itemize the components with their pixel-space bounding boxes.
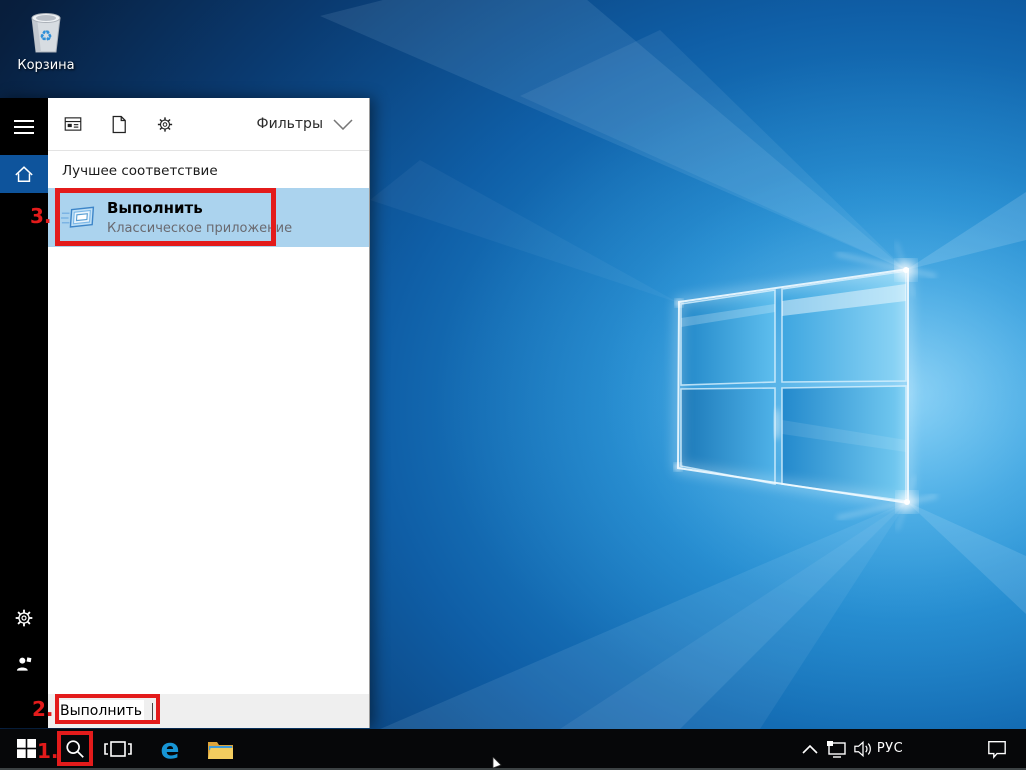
text-cursor	[152, 703, 153, 720]
tray-overflow-button[interactable]	[798, 729, 822, 768]
svg-text:e: e	[161, 735, 180, 763]
run-app-icon	[60, 199, 98, 237]
network-tray-button[interactable]	[824, 729, 850, 768]
recycle-bin-icon: ♻	[8, 8, 84, 56]
apps-filter-button[interactable]	[64, 115, 82, 133]
home-icon	[13, 164, 35, 184]
start-button[interactable]	[10, 729, 42, 768]
search-query-text: Выполнить	[60, 700, 144, 722]
feedback-button[interactable]	[0, 644, 48, 684]
results-empty-area	[48, 247, 369, 694]
windows-start-icon	[17, 739, 36, 758]
result-text: Выполнить Классическое приложение	[107, 199, 292, 236]
search-result-run[interactable]: Выполнить Классическое приложение	[48, 188, 369, 247]
search-icon	[64, 738, 86, 760]
search-settings-button[interactable]	[0, 598, 48, 638]
recycle-bin[interactable]: ♻ Корзина	[8, 8, 84, 73]
search-results-pane: Фильтры Лучшее соответствие	[48, 98, 370, 728]
result-subtitle: Классическое приложение	[107, 221, 292, 236]
home-tab[interactable]	[0, 155, 48, 193]
mouse-cursor	[492, 757, 504, 769]
svg-text:♻: ♻	[39, 27, 52, 45]
action-center-icon	[986, 739, 1008, 759]
documents-icon	[111, 115, 127, 134]
apps-icon	[64, 115, 82, 133]
edge-icon: e	[156, 735, 184, 763]
search-input[interactable]: Выполнить	[48, 694, 369, 728]
chevron-up-icon	[802, 744, 818, 754]
hamburger-menu-button[interactable]	[0, 107, 48, 147]
chevron-down-icon	[333, 119, 353, 130]
result-title: Выполнить	[107, 199, 292, 218]
best-match-header: Лучшее соответствие	[48, 151, 369, 188]
edge-browser-button[interactable]: e	[152, 729, 188, 768]
filters-label: Фильтры	[257, 116, 323, 132]
windows-desktop: ♻ Корзина	[0, 0, 1026, 770]
taskbar-search-button[interactable]	[58, 729, 92, 768]
search-rail	[0, 98, 48, 728]
documents-filter-button[interactable]	[110, 115, 128, 133]
settings-filter-button[interactable]	[156, 115, 174, 133]
search-topbar: Фильтры	[48, 98, 369, 151]
search-flyout: Фильтры Лучшее соответствие	[0, 98, 370, 728]
file-explorer-icon	[207, 738, 234, 760]
gear-icon	[14, 608, 34, 628]
action-center-button[interactable]	[980, 729, 1014, 768]
language-label: РУС	[877, 741, 903, 756]
hamburger-menu-icon	[14, 119, 34, 135]
feedback-user-icon	[14, 654, 34, 674]
task-view-button[interactable]	[100, 729, 136, 768]
taskbar: e	[0, 729, 1026, 770]
task-view-icon	[103, 738, 133, 760]
recycle-bin-label: Корзина	[8, 58, 84, 73]
settings-icon	[156, 115, 174, 134]
file-explorer-button[interactable]	[202, 729, 238, 768]
network-icon	[826, 740, 848, 758]
filters-dropdown[interactable]: Фильтры	[257, 116, 353, 132]
volume-icon	[852, 740, 874, 758]
language-indicator[interactable]: РУС	[872, 729, 908, 768]
